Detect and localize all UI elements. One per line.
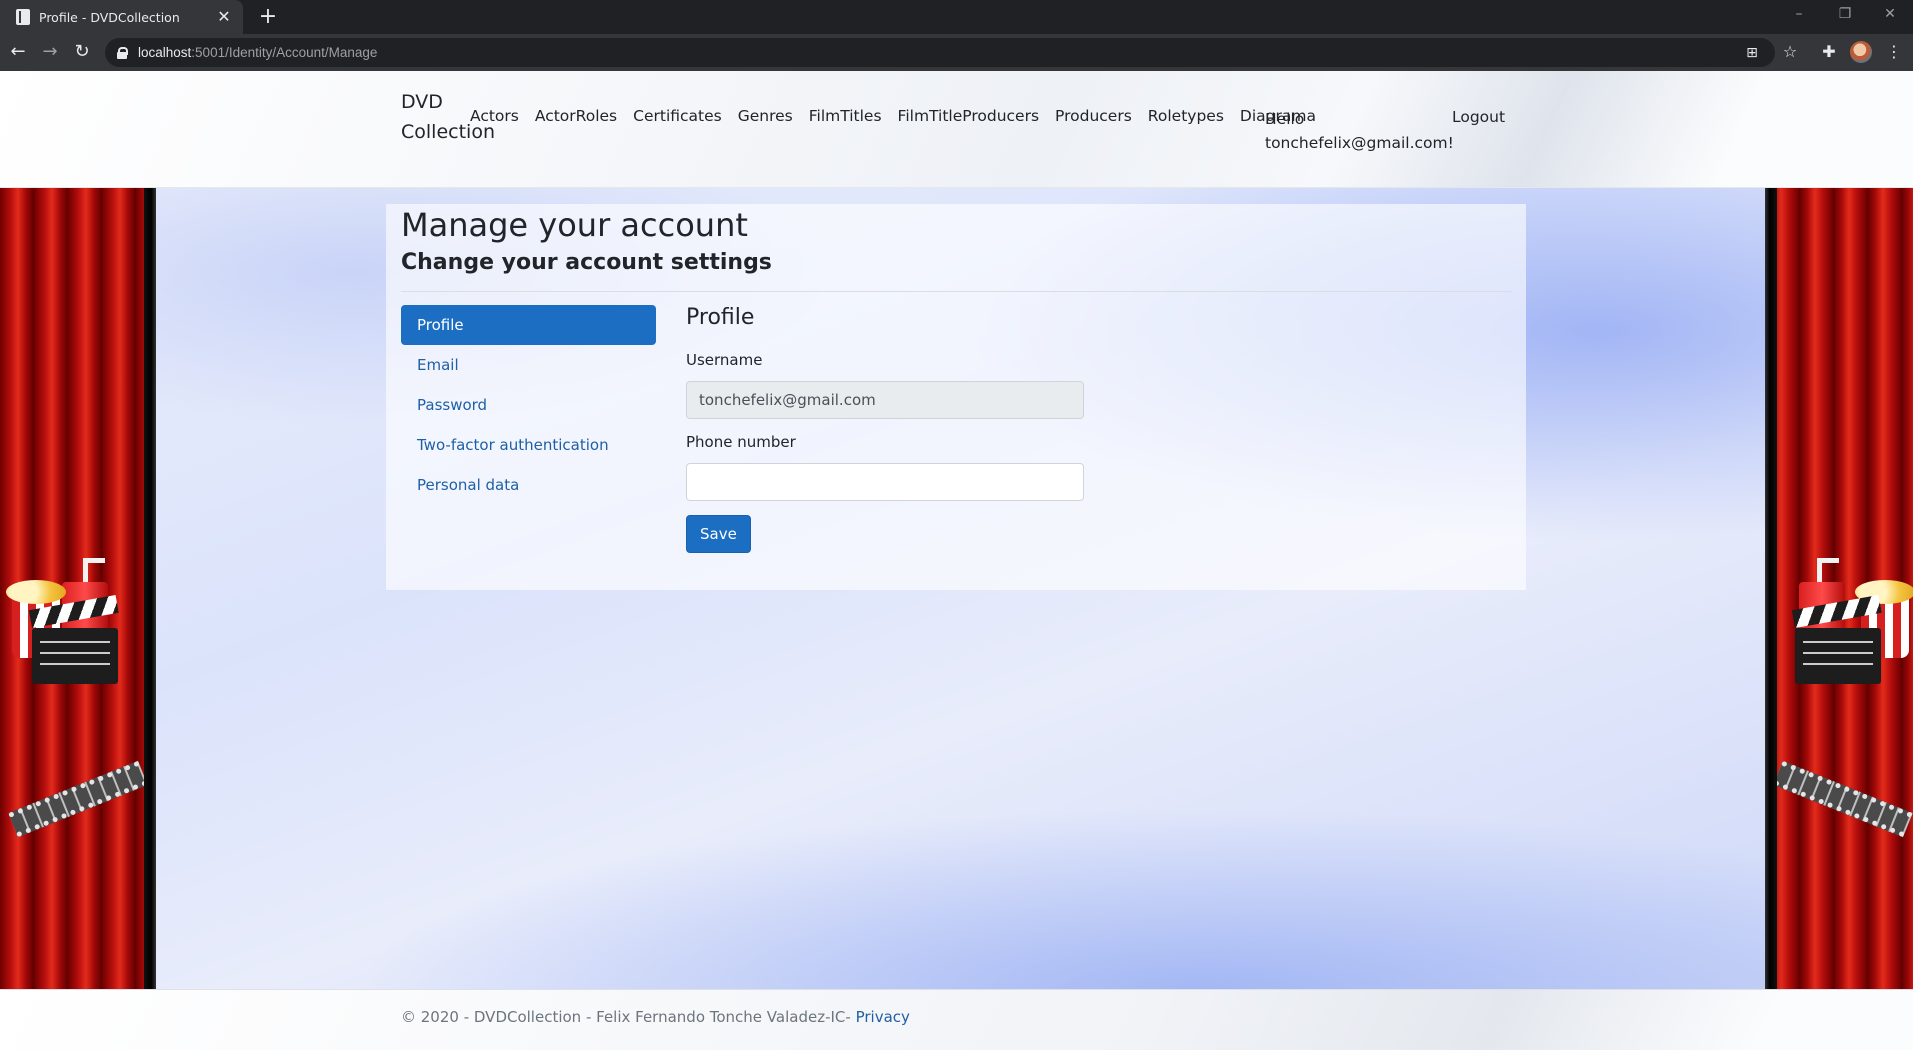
- site-header: [0, 71, 1913, 188]
- username-label: Username: [686, 351, 763, 369]
- account-sidenav: Profile Email Password Two-factor authen…: [401, 305, 656, 505]
- form-heading: Profile: [686, 305, 755, 330]
- browser-profile-avatar[interactable]: [1850, 41, 1872, 63]
- privacy-link[interactable]: Privacy: [856, 1008, 910, 1026]
- sidenav-item-two-factor[interactable]: Two-factor authentication: [401, 425, 656, 465]
- reload-icon[interactable]: ↻: [68, 38, 96, 66]
- clapperboard-icon: [1795, 628, 1881, 684]
- lock-icon[interactable]: [117, 46, 128, 59]
- site-footer: [0, 989, 1913, 1050]
- tab-title: Profile - DVDCollection: [39, 9, 180, 25]
- browser-tabstrip: Profile - DVDCollection ✕ + – ❐ ✕: [0, 0, 1913, 34]
- window-close-icon[interactable]: ✕: [1867, 0, 1913, 30]
- sidenav-item-password[interactable]: Password: [401, 385, 656, 425]
- extensions-puzzle-icon[interactable]: ✚: [1815, 38, 1843, 66]
- clapperboard-icon: [32, 628, 118, 684]
- film-strip-icon: [8, 760, 148, 838]
- new-tab-button[interactable]: +: [254, 3, 282, 31]
- restore-icon[interactable]: ❐: [1822, 0, 1868, 30]
- url-text: localhost:5001/Identity/Account/Manage: [138, 45, 378, 60]
- left-curtain-decoration: [0, 188, 156, 989]
- nav-link-filmtitles[interactable]: FilmTitles: [809, 107, 882, 125]
- nav-link-certificates[interactable]: Certificates: [633, 107, 722, 125]
- page-viewport: DVD Collection Actors ActorRoles Certifi…: [0, 71, 1913, 1050]
- divider: [401, 291, 1511, 292]
- sidenav-item-email[interactable]: Email: [401, 345, 656, 385]
- nav-link-producers[interactable]: Producers: [1055, 107, 1132, 125]
- sidenav-item-personal-data[interactable]: Personal data: [401, 465, 656, 505]
- page-subtitle: Change your account settings: [401, 250, 772, 275]
- save-button[interactable]: Save: [686, 515, 751, 553]
- logout-link[interactable]: Logout: [1452, 108, 1505, 126]
- hello-user-link[interactable]: Hello tonchefelix@gmail.com!: [1265, 107, 1454, 155]
- phone-number-field[interactable]: [686, 463, 1084, 501]
- username-field[interactable]: [686, 381, 1084, 419]
- site-brand-link[interactable]: DVD Collection: [401, 87, 495, 147]
- minimize-icon[interactable]: –: [1776, 0, 1822, 30]
- nav-link-actors[interactable]: Actors: [470, 107, 519, 125]
- footer-text: © 2020 - DVDCollection - Felix Fernando …: [401, 1008, 851, 1026]
- page-favicon-icon: [16, 9, 30, 25]
- right-curtain-decoration: [1765, 188, 1913, 989]
- tab-close-icon[interactable]: ✕: [213, 6, 235, 28]
- nav-link-actorroles[interactable]: ActorRoles: [535, 107, 617, 125]
- nav-link-filmtitleproducers[interactable]: FilmTitleProducers: [898, 107, 1039, 125]
- address-bar[interactable]: localhost:5001/Identity/Account/Manage ⊞: [105, 38, 1775, 67]
- site-nav: Actors ActorRoles Certificates Genres Fi…: [470, 107, 1332, 125]
- phone-number-label: Phone number: [686, 433, 796, 451]
- back-arrow-icon[interactable]: ←: [4, 38, 32, 66]
- browser-menu-icon[interactable]: ⋮: [1880, 38, 1908, 66]
- translate-icon[interactable]: ⊞: [1741, 42, 1763, 64]
- hello-greeting: Hello: [1265, 110, 1305, 128]
- sidenav-item-profile[interactable]: Profile: [401, 305, 656, 345]
- browser-tab-active[interactable]: Profile - DVDCollection ✕: [0, 0, 243, 34]
- page-title: Manage your account: [401, 206, 748, 244]
- footer-copyright: © 2020 - DVDCollection - Felix Fernando …: [401, 1008, 910, 1026]
- browser-toolbar: ← → ↻ localhost:5001/Identity/Account/Ma…: [0, 34, 1913, 71]
- bookmark-star-icon[interactable]: ☆: [1776, 38, 1804, 66]
- nav-link-genres[interactable]: Genres: [738, 107, 793, 125]
- nav-link-roletypes[interactable]: Roletypes: [1148, 107, 1224, 125]
- forward-arrow-icon[interactable]: →: [36, 38, 64, 66]
- profile-form: Profile Username Phone number Save: [686, 305, 1086, 553]
- hello-email: tonchefelix@gmail.com!: [1265, 134, 1454, 152]
- manage-account-panel: Manage your account Change your account …: [386, 204, 1526, 590]
- film-strip-icon: [1773, 760, 1913, 838]
